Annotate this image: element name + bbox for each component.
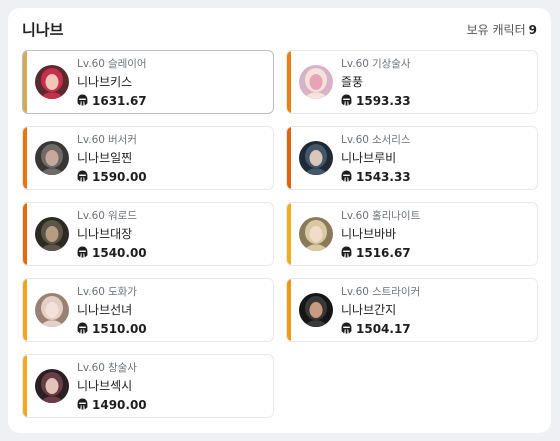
helmet-icon xyxy=(341,169,356,185)
helmet-icon xyxy=(341,245,356,261)
character-level: Lv.60 xyxy=(77,58,105,70)
class-color-stripe xyxy=(287,203,291,265)
class-color-stripe xyxy=(23,203,27,265)
character-class: 도화가 xyxy=(107,286,137,298)
item-level-value: 1543.33 xyxy=(356,170,411,184)
character-level: Lv.60 xyxy=(341,210,369,222)
character-count-value: 9 xyxy=(528,22,537,37)
class-color-stripe xyxy=(23,51,27,113)
character-card[interactable]: Lv.60 소서리스 니나브루비 1543.33 xyxy=(286,126,538,190)
character-card[interactable]: Lv.60 스트라이커 니나브간지 1504.17 xyxy=(286,278,538,342)
item-level: 1631.67 xyxy=(77,93,265,109)
item-level: 1590.00 xyxy=(77,169,265,185)
character-grid: Lv.60 슬레이어 니나브키스 1631.67 Lv.60 기상술사 즐풍 159… xyxy=(22,50,538,418)
character-level: Lv.60 xyxy=(77,210,105,222)
character-class: 스트라이커 xyxy=(371,286,421,298)
character-name: 니나브선녀 xyxy=(77,303,133,317)
class-color-stripe xyxy=(287,279,291,341)
character-level: Lv.60 xyxy=(77,286,105,298)
roster-header: 니나브 보유 캐릭터 9 xyxy=(22,18,537,40)
character-name: 니나브섹시 xyxy=(77,379,133,393)
class-color-stripe xyxy=(287,127,291,189)
item-level: 1516.67 xyxy=(341,245,529,261)
character-avatar xyxy=(299,65,333,99)
class-color-stripe xyxy=(287,51,291,113)
character-class: 버서커 xyxy=(107,134,137,146)
item-level-value: 1593.33 xyxy=(356,94,411,108)
character-name: 즐풍 xyxy=(341,75,364,89)
character-card[interactable]: Lv.60 기상술사 즐풍 1593.33 xyxy=(286,50,538,114)
item-level-value: 1631.67 xyxy=(92,94,147,108)
character-name: 니나브바바 xyxy=(341,227,397,241)
class-color-stripe xyxy=(23,355,27,417)
character-class: 워로드 xyxy=(107,210,137,222)
character-count-label: 보유 캐릭터 xyxy=(466,22,526,37)
character-name: 니나브일찐 xyxy=(77,151,133,165)
item-level: 1540.00 xyxy=(77,245,265,261)
character-avatar xyxy=(35,369,69,403)
item-level: 1543.33 xyxy=(341,169,529,185)
item-level-value: 1510.00 xyxy=(92,322,147,336)
character-avatar xyxy=(35,141,69,175)
character-avatar xyxy=(299,217,333,251)
character-name: 니나브대장 xyxy=(77,227,133,241)
item-level: 1504.17 xyxy=(341,321,529,337)
helmet-icon xyxy=(77,245,92,261)
helmet-icon xyxy=(77,93,92,109)
character-name: 니나브키스 xyxy=(77,75,133,89)
server-name: 니나브 xyxy=(22,20,64,39)
character-avatar xyxy=(35,65,69,99)
character-class: 기상술사 xyxy=(371,58,411,70)
character-avatar xyxy=(35,293,69,327)
character-name: 니나브간지 xyxy=(341,303,397,317)
helmet-icon xyxy=(77,397,92,413)
helmet-icon xyxy=(341,321,356,337)
character-card[interactable]: Lv.60 워로드 니나브대장 1540.00 xyxy=(22,202,274,266)
character-class: 창술사 xyxy=(107,362,137,374)
character-level: Lv.60 xyxy=(77,134,105,146)
character-avatar xyxy=(35,217,69,251)
item-level: 1593.33 xyxy=(341,93,529,109)
character-count: 보유 캐릭터 9 xyxy=(467,21,537,38)
character-class: 소서리스 xyxy=(371,134,411,146)
character-level: Lv.60 xyxy=(341,134,369,146)
roster-panel: 니나브 보유 캐릭터 9 Lv.60 슬레이어 니나브키스 1631.67 Lv.6… xyxy=(8,8,551,433)
item-level-value: 1540.00 xyxy=(92,246,147,260)
character-avatar xyxy=(299,293,333,327)
class-color-stripe xyxy=(23,279,27,341)
item-level: 1510.00 xyxy=(77,321,265,337)
character-card[interactable]: Lv.60 도화가 니나브선녀 1510.00 xyxy=(22,278,274,342)
character-level: Lv.60 xyxy=(341,58,369,70)
character-class: 슬레이어 xyxy=(107,58,147,70)
class-color-stripe xyxy=(23,127,27,189)
item-level-value: 1516.67 xyxy=(356,246,411,260)
item-level-value: 1490.00 xyxy=(92,398,147,412)
character-name: 니나브루비 xyxy=(341,151,397,165)
helmet-icon xyxy=(77,169,92,185)
item-level-value: 1590.00 xyxy=(92,170,147,184)
character-class: 홀리나이트 xyxy=(371,210,421,222)
item-level-value: 1504.17 xyxy=(356,322,411,336)
helmet-icon xyxy=(77,321,92,337)
character-level: Lv.60 xyxy=(77,362,105,374)
item-level: 1490.00 xyxy=(77,397,265,413)
character-card[interactable]: Lv.60 홀리나이트 니나브바바 1516.67 xyxy=(286,202,538,266)
character-card[interactable]: Lv.60 버서커 니나브일찐 1590.00 xyxy=(22,126,274,190)
helmet-icon xyxy=(341,93,356,109)
character-card[interactable]: Lv.60 슬레이어 니나브키스 1631.67 xyxy=(22,50,274,114)
character-avatar xyxy=(299,141,333,175)
character-card[interactable]: Lv.60 창술사 니나브섹시 1490.00 xyxy=(22,354,274,418)
character-level: Lv.60 xyxy=(341,286,369,298)
